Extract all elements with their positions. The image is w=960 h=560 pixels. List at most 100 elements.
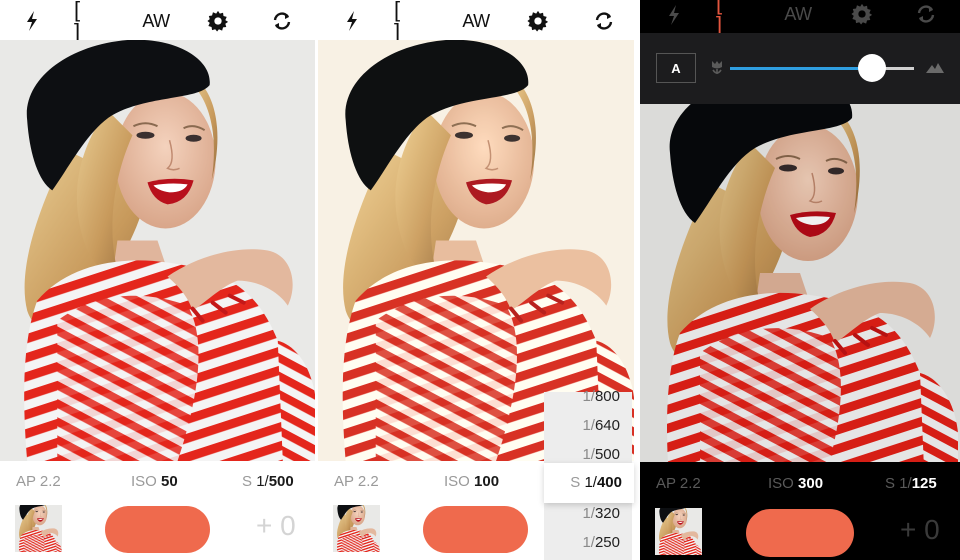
gear-icon — [851, 3, 873, 25]
top-toolbar: [ ] AW — [640, 0, 960, 36]
gallery-thumbnail[interactable] — [333, 505, 380, 552]
white-balance-label: AW — [784, 3, 812, 24]
viewfinder-photo — [640, 104, 960, 462]
aperture-control[interactable]: AP 2.2 — [656, 475, 701, 492]
shutter-prefix: 1/ — [899, 475, 912, 492]
aperture-value: 2.2 — [39, 473, 61, 490]
focus-mode-button[interactable]: [ ] — [74, 0, 116, 43]
flash-icon — [669, 5, 679, 25]
gallery-thumbnail[interactable] — [15, 505, 62, 552]
gallery-thumbnail[interactable] — [655, 508, 702, 555]
shutter-value: 125 — [911, 475, 937, 492]
focus-bracket-icon: [ ] — [74, 0, 93, 44]
flash-icon — [347, 11, 357, 31]
iso-label: ISO — [131, 473, 157, 490]
picker-option[interactable]: 1/320 — [582, 505, 620, 522]
picker-prefix: 1/ — [582, 417, 595, 434]
picker-option[interactable]: 1/640 — [582, 417, 620, 434]
focus-bracket-icon: [ ] — [394, 0, 413, 44]
shutter-value: 500 — [268, 473, 294, 490]
rotate-camera-icon — [273, 12, 291, 30]
last-photo-thumbnail — [15, 505, 62, 552]
aperture-control[interactable]: AP 2.2 — [334, 473, 379, 490]
exposure-compensation[interactable]: + 0 — [900, 514, 940, 546]
picker-prefix: 1/ — [582, 534, 595, 551]
shutter-speed-control-selected[interactable]: S 1/400 — [544, 463, 634, 503]
iso-control[interactable]: ISO 50 — [131, 473, 178, 490]
shutter-prefix: 1/ — [256, 473, 269, 490]
aperture-control[interactable]: AP 2.2 — [16, 473, 61, 490]
flash-button[interactable] — [340, 8, 364, 34]
picker-option[interactable]: 1/250 — [582, 534, 620, 551]
focus-mode-button-active[interactable]: [ ] — [716, 0, 758, 36]
picker-value: 640 — [594, 417, 620, 434]
shutter-button[interactable] — [105, 506, 210, 553]
slider-fill — [730, 67, 872, 70]
bottom-controls: AP 2.2 ISO 50 S 1/500 + 0 — [0, 461, 318, 560]
rotate-camera-icon — [917, 5, 935, 23]
aperture-label: AP — [334, 473, 354, 490]
iso-value: 50 — [161, 473, 178, 490]
picker-value: 250 — [594, 534, 620, 551]
white-balance-button[interactable]: AW — [136, 8, 176, 34]
shutter-prefix: 1/ — [584, 474, 597, 491]
picker-prefix: 1/ — [582, 505, 595, 522]
viewfinder-photo — [0, 40, 315, 461]
iso-label: ISO — [768, 475, 794, 492]
iso-control[interactable]: ISO 100 — [444, 473, 499, 490]
aperture-value: 2.2 — [357, 473, 379, 490]
bottom-controls: AP 2.2 ISO 300 S 1/125 + 0 — [640, 462, 960, 560]
iso-value: 100 — [474, 473, 500, 490]
gear-icon — [207, 10, 229, 32]
aperture-label: AP — [16, 473, 36, 490]
flash-button[interactable] — [662, 2, 686, 28]
shutter-label: S — [570, 474, 581, 491]
picker-value: 500 — [594, 446, 620, 463]
picker-prefix: 1/ — [582, 446, 595, 463]
switch-camera-button[interactable] — [268, 8, 296, 34]
top-toolbar: [ ] AW — [0, 0, 318, 43]
manual-focus-panel: A — [640, 33, 960, 104]
settings-button[interactable] — [204, 8, 232, 34]
white-balance-button[interactable]: AW — [778, 1, 818, 27]
camera-screen-light-1: [ ] AW AP 2.2 ISO 50 S 1/500 + 0 — [0, 0, 318, 560]
white-balance-label: AW — [142, 10, 170, 31]
switch-camera-button[interactable] — [912, 1, 940, 27]
iso-label: ISO — [444, 473, 470, 490]
aperture-value: 2.2 — [679, 475, 701, 492]
gear-icon — [527, 10, 549, 32]
camera-screen-light-2: [ ] AW AP 2.2 ISO 100 1/800 1/640 1/500 … — [318, 0, 640, 560]
last-photo-thumbnail — [655, 508, 702, 555]
rotate-camera-icon — [595, 12, 613, 30]
settings-button[interactable] — [524, 8, 552, 34]
focus-mode-button[interactable]: [ ] — [394, 0, 436, 43]
camera-viewfinder[interactable] — [640, 104, 960, 462]
flash-button[interactable] — [20, 8, 44, 34]
auto-focus-button[interactable]: A — [656, 53, 696, 83]
switch-camera-button[interactable] — [590, 8, 618, 34]
shutter-label: S — [242, 473, 253, 490]
top-toolbar: [ ] AW — [318, 0, 640, 43]
picker-option[interactable]: 1/800 — [582, 388, 620, 405]
white-balance-button[interactable]: AW — [456, 8, 496, 34]
exposure-row: AP 2.2 ISO 50 S 1/500 — [0, 473, 318, 495]
picker-prefix: 1/ — [582, 388, 595, 405]
slider-thumb[interactable] — [857, 54, 886, 82]
exposure-compensation[interactable]: + 0 — [256, 510, 296, 542]
shutter-speed-control[interactable]: S 1/500 — [242, 473, 294, 490]
settings-button[interactable] — [848, 1, 876, 27]
flash-icon — [27, 11, 37, 31]
camera-screen-dark-manual-focus: [ ] AW A AP 2.2 ISO 300 S 1/125 + 0 — [640, 0, 960, 560]
camera-viewfinder[interactable] — [0, 40, 315, 461]
shutter-value: 400 — [596, 474, 622, 491]
shutter-button[interactable] — [423, 506, 528, 553]
shutter-speed-control[interactable]: S 1/125 — [885, 475, 937, 492]
shutter-button[interactable] — [746, 509, 854, 557]
picker-value: 320 — [594, 505, 620, 522]
picker-option[interactable]: 1/500 — [582, 446, 620, 463]
white-balance-label: AW — [462, 10, 490, 31]
last-photo-thumbnail — [333, 505, 380, 552]
focus-bracket-icon: [ ] — [716, 0, 735, 37]
focus-distance-slider[interactable] — [730, 54, 914, 82]
iso-control[interactable]: ISO 300 — [768, 475, 823, 492]
